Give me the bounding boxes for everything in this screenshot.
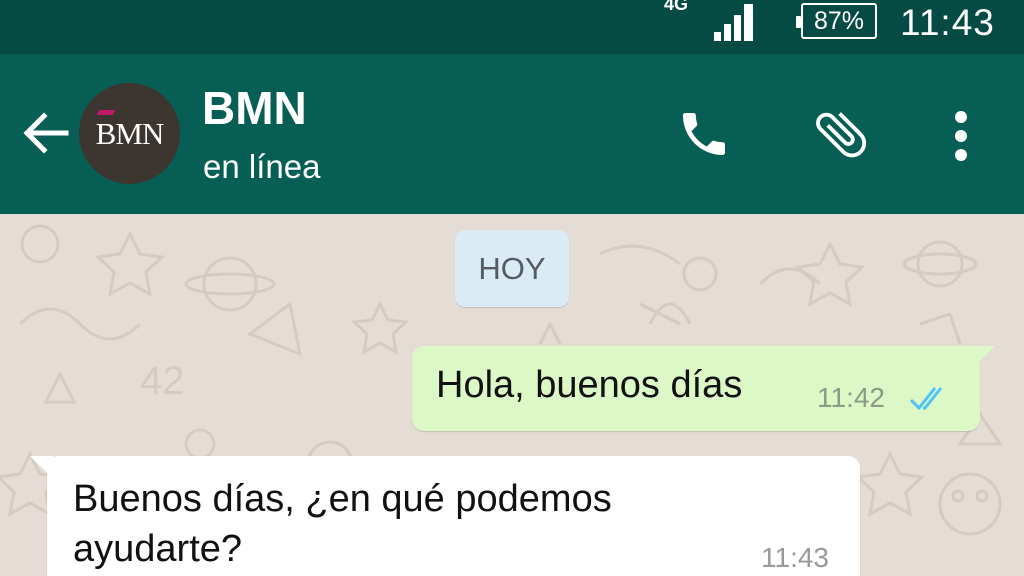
chat-area[interactable]: 42 HOY Hola, buenos días 11:42 Buenos dí…	[0, 214, 1024, 576]
contact-avatar[interactable]: BMN	[79, 83, 180, 184]
date-separator-label: HOY	[478, 250, 546, 286]
double-check-read-icon	[909, 387, 943, 411]
network-type-label: 4G	[664, 0, 689, 14]
more-vertical-icon	[955, 111, 967, 161]
voice-call-button[interactable]	[672, 102, 736, 166]
message-time: 11:43	[761, 542, 829, 573]
battery-percent: 87%	[813, 6, 865, 35]
avatar-logo-label: BMN	[95, 115, 165, 151]
back-arrow-icon	[23, 112, 69, 154]
attach-button[interactable]	[806, 100, 876, 168]
paperclip-icon	[816, 112, 867, 158]
date-separator-chip: HOY	[455, 230, 569, 307]
avatar-logo-text: BMN	[95, 109, 165, 152]
bubble-tail	[973, 346, 995, 368]
incoming-message-bubble[interactable]: Buenos días, ¿en qué podemos ayudarte? 1…	[30, 456, 860, 576]
phone-icon	[683, 113, 725, 155]
svg-text:42: 42	[140, 359, 185, 403]
more-options-button[interactable]	[940, 104, 982, 168]
battery-indicator: 87%	[796, 3, 877, 39]
avatar-logo-accent	[96, 109, 116, 115]
contact-status: en línea	[203, 148, 321, 185]
outgoing-message-bubble[interactable]: Hola, buenos días 11:42	[412, 346, 995, 431]
message-time: 11:42	[817, 382, 885, 413]
message-text: Hola, buenos días	[436, 364, 743, 406]
chat-header: BMN BMN en línea	[0, 54, 1024, 214]
back-button[interactable]	[18, 106, 72, 160]
message-text: Buenos días, ¿en qué podemos ayudarte?	[73, 478, 612, 570]
status-bar: 4G 87% 11:43	[0, 0, 1024, 54]
signal-strength-icon	[714, 4, 753, 41]
contact-name[interactable]: BMN	[202, 81, 307, 135]
status-clock: 11:43	[900, 2, 995, 43]
bubble-tail	[30, 456, 54, 480]
